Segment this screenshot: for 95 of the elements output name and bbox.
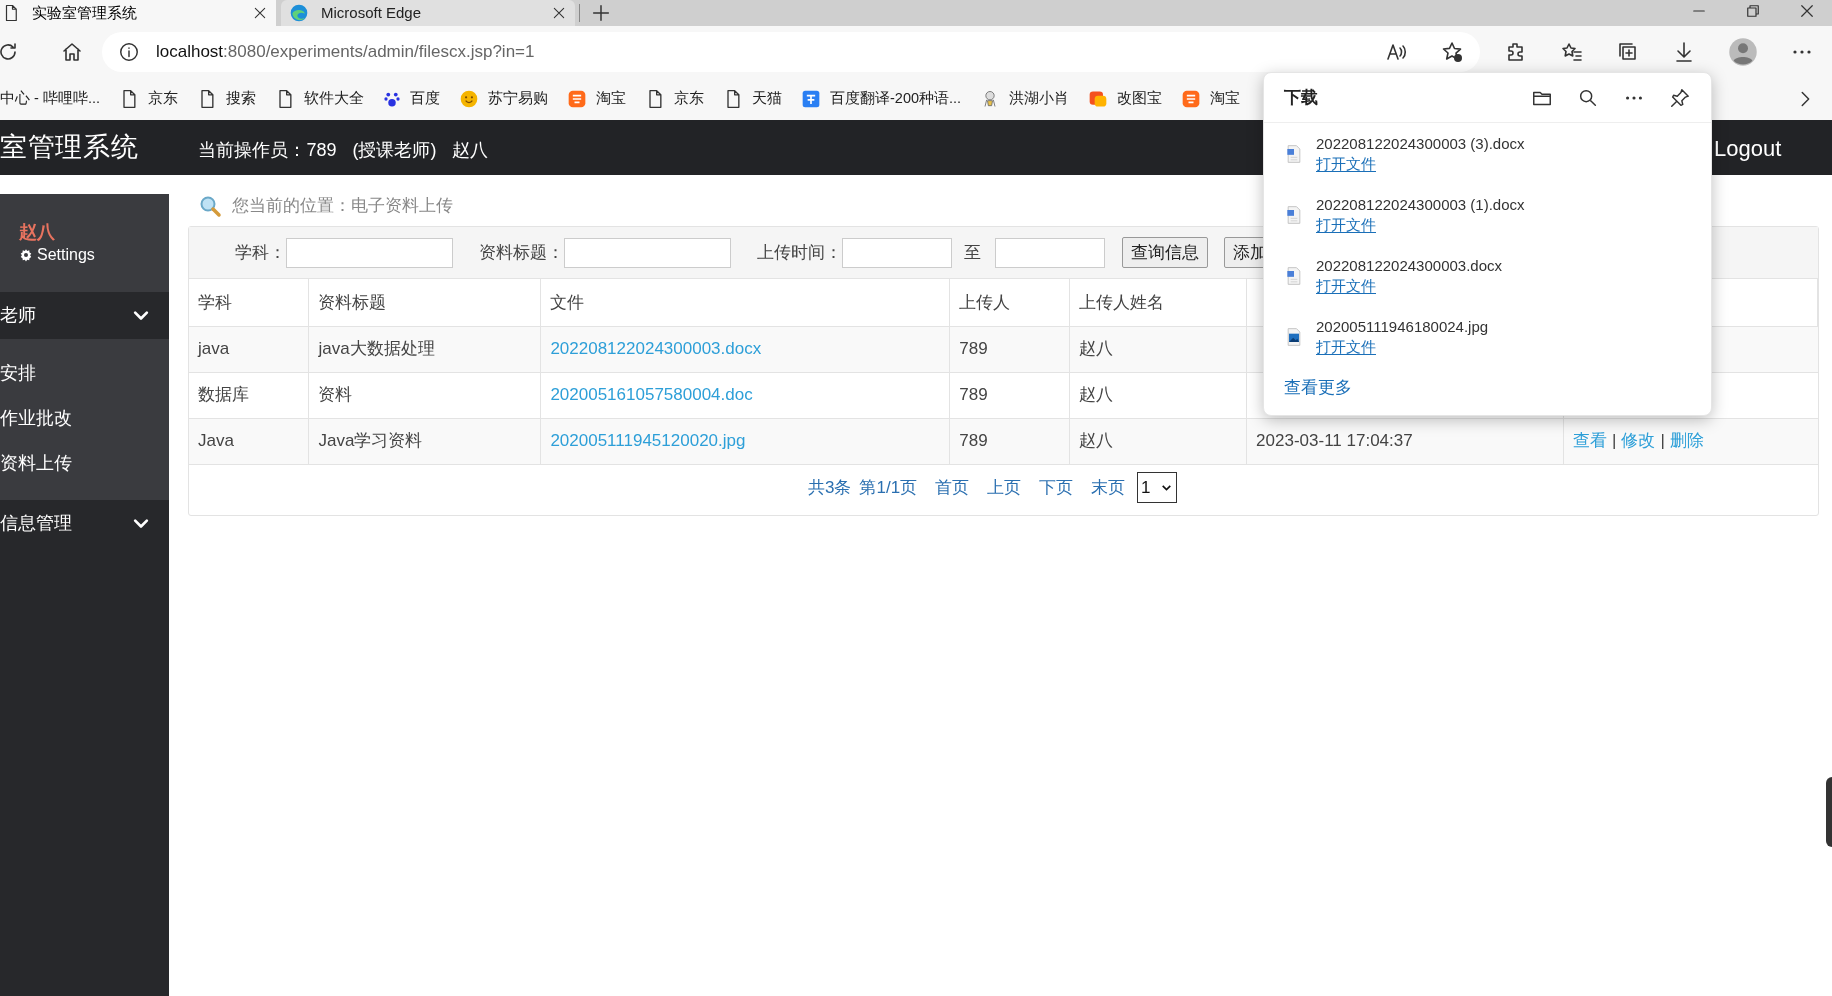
input-field[interactable] xyxy=(564,237,731,268)
column-header: 上传人 xyxy=(949,279,1070,326)
page-link[interactable]: 末页 xyxy=(1091,474,1126,501)
breadcrumb-text: 您当前的位置：电子资料上传 xyxy=(232,195,453,218)
settings-link[interactable]: Settings xyxy=(19,243,169,267)
bookmark[interactable]: 中心 - 哔哩哔... xyxy=(0,88,100,110)
user-name: 赵八 xyxy=(452,139,489,162)
separator-text: | xyxy=(1612,431,1617,451)
search-button[interactable]: 查询信息 xyxy=(1122,237,1208,268)
file-name: 202208122024300003 (1).docx xyxy=(1316,194,1525,215)
field-label: 至 xyxy=(964,241,981,264)
page-link[interactable]: 首页 xyxy=(935,474,970,501)
bookmark[interactable]: 百度翻译-200种语... xyxy=(801,88,962,110)
file-name: 202208122024300003 (3).docx xyxy=(1316,133,1525,154)
bookmark[interactable]: 百度 xyxy=(383,88,440,110)
bookmark[interactable]: 苏宁易购 xyxy=(459,88,548,110)
home-icon[interactable] xyxy=(60,40,84,64)
bookmark[interactable]: 淘宝 xyxy=(1181,88,1241,110)
close-icon[interactable] xyxy=(252,5,268,21)
open-file-link[interactable]: 打开文件 xyxy=(1316,153,1376,174)
file-name: 202208122024300003.docx xyxy=(1316,255,1502,276)
table-cell: 2023-03-11 17:04:37 xyxy=(1246,418,1564,464)
open-file-link[interactable]: 打开文件 xyxy=(1316,336,1376,357)
paw-icon xyxy=(383,90,401,108)
record-count: 共3条 xyxy=(808,476,852,499)
table-cell: 赵八 xyxy=(1069,418,1247,464)
browser-tab[interactable]: 实验室管理系统 xyxy=(0,0,276,26)
page-link[interactable]: 上页 xyxy=(987,474,1022,501)
input-field[interactable] xyxy=(842,237,952,268)
panel-title: 下载 xyxy=(1284,86,1318,109)
close-icon[interactable] xyxy=(1798,2,1816,20)
search-icon xyxy=(198,194,222,218)
close-icon[interactable] xyxy=(551,5,567,21)
sidebar-user-name: 赵八 xyxy=(19,221,56,243)
sidebar-item[interactable]: 作业批改 xyxy=(0,396,169,441)
page-indicator: 第1/1页 xyxy=(859,476,918,499)
column-header: 资料标题 xyxy=(308,279,541,326)
see-more-link[interactable]: 查看更多 xyxy=(1284,375,1352,401)
table-cell: 789 xyxy=(949,372,1070,418)
column-header: 上传人姓名 xyxy=(1069,279,1247,326)
table-cell: 数据库 xyxy=(189,372,309,418)
table-cell: Java xyxy=(189,418,309,464)
input-field[interactable] xyxy=(286,237,453,268)
separator-text: | xyxy=(1660,431,1665,451)
file-name: 202005111946180024.jpg xyxy=(1316,316,1489,337)
info-icon[interactable] xyxy=(118,41,140,63)
app-logo-icon xyxy=(1181,89,1202,109)
sidebar-item[interactable]: 资料上传 xyxy=(0,441,169,486)
bookmark[interactable]: 软件大全 xyxy=(275,88,364,110)
operator-text: 当前操作员：789 xyxy=(198,139,337,162)
bookmark[interactable]: 洪湖小肖 xyxy=(980,88,1070,110)
table-cell: java xyxy=(189,326,309,372)
input-field[interactable] xyxy=(995,237,1105,268)
bookmark[interactable]: 淘宝 xyxy=(567,88,626,110)
sidebar-item[interactable]: 安排 xyxy=(0,351,169,396)
smiley-icon xyxy=(459,89,479,109)
new-tab-icon[interactable] xyxy=(590,2,612,24)
table-cell: java大数据处理 xyxy=(308,326,541,372)
table-cell: 789 xyxy=(949,326,1070,372)
address-bar[interactable]: localhost:8080/experiments/admin/filescx.jsp?in=1 xyxy=(102,32,1480,72)
role-text: (授课老师) xyxy=(352,139,437,162)
table-cell: 资料 xyxy=(308,372,541,418)
app-title: 室管理系统 xyxy=(0,131,139,165)
pin-icon[interactable] xyxy=(1669,86,1691,109)
table-cell: 赵八 xyxy=(1069,372,1247,418)
field-label: 学科： xyxy=(235,241,286,264)
bookmark[interactable]: 京东 xyxy=(119,88,178,110)
app-logo-icon xyxy=(567,89,587,109)
url-text: localhost:8080/experiments/admin/filescx.jsp?in=1 xyxy=(156,41,536,64)
bookmark[interactable]: 搜索 xyxy=(197,88,256,110)
gear-icon xyxy=(19,248,33,262)
browser-tab[interactable]: Microsoft Edge xyxy=(281,0,575,26)
edge-handle[interactable] xyxy=(1826,777,1832,847)
column-header: 文件 xyxy=(540,279,950,326)
table-cell: Java学习资料 xyxy=(308,418,541,464)
add-favorite-icon[interactable] xyxy=(1440,40,1464,64)
bookmark[interactable]: 天猫 xyxy=(723,88,782,110)
translate-icon xyxy=(801,89,821,109)
page-select[interactable]: 1 xyxy=(1137,472,1178,503)
profile-avatar-icon[interactable] xyxy=(1728,37,1758,67)
open-file-link[interactable]: 打开文件 xyxy=(1316,214,1376,235)
logout-link[interactable]: Logout xyxy=(1714,132,1782,165)
table-cell: 789 xyxy=(949,418,1070,464)
edge-logo-icon xyxy=(289,3,309,23)
restore-icon[interactable] xyxy=(1744,2,1762,20)
table-cell: 赵八 xyxy=(1069,326,1247,372)
bookmark[interactable]: 改图宝 xyxy=(1088,88,1163,110)
field-label: 上传时间： xyxy=(757,241,842,264)
bookmark[interactable]: 京东 xyxy=(645,88,704,110)
field-label: 资料标题： xyxy=(479,241,564,264)
column-header: 学科 xyxy=(189,279,309,326)
square-icon xyxy=(1088,89,1109,109)
favorites-icon[interactable] xyxy=(1560,40,1584,64)
page-link[interactable]: 下页 xyxy=(1039,474,1074,501)
open-file-link[interactable]: 打开文件 xyxy=(1316,275,1376,296)
